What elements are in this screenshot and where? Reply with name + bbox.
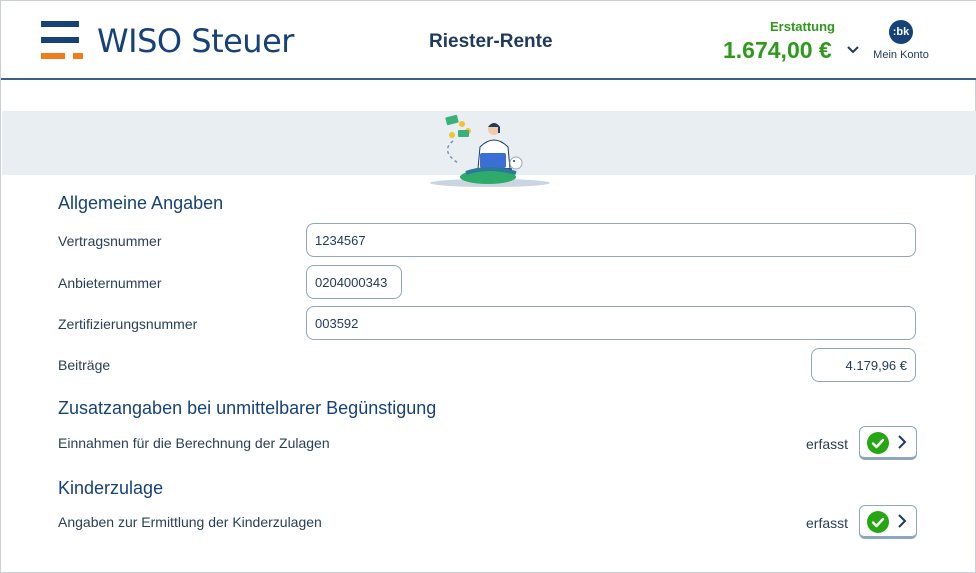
income-for-allowances-label: Einnahmen für die Berechnung der Zulagen [58,435,330,451]
header: WISO Steuer Riester-Rente Erstattung 1.6… [1,1,976,80]
child-allowance-status: erfasst [806,515,849,531]
contributions-label: Beiträge [58,357,111,373]
logo-mark-icon [41,21,83,59]
refund-amount[interactable]: 1.674,00 € [723,37,832,64]
contract-number-label: Vertragsnummer [58,233,162,249]
contributions-input[interactable] [811,348,916,382]
child-allowance-details-label: Angaben zur Ermittlung der Kinderzulagen [58,514,322,530]
section-title-child-allowance: Kinderzulage [58,478,164,498]
chevron-right-icon [898,435,907,449]
chevron-right-icon [898,514,907,528]
income-status: erfasst [806,436,849,452]
contract-number-input[interactable] [306,223,916,257]
page-title: Riester-Rente [429,31,553,52]
certification-number-label: Zertifizierungsnummer [58,316,198,332]
person-with-laptop-illustration [430,114,550,187]
provider-number-input[interactable] [306,265,402,299]
section-title-supplementary: Zusatzangaben bei unmittelbarer Begünsti… [58,398,437,418]
avatar: :bk [889,20,913,44]
app-window: WISO Steuer Riester-Rente Erstattung 1.6… [0,0,976,573]
check-circle-icon [867,511,889,533]
account-label: Mein Konto [873,49,929,61]
chevron-down-icon[interactable] [846,45,860,55]
open-child-allowance-button[interactable] [859,505,917,539]
refund-label: Erstattung [770,19,835,34]
account-menu[interactable]: :bk Mein Konto [869,19,933,69]
open-income-button[interactable] [859,426,917,460]
provider-number-label: Anbieternummer [58,275,162,291]
certification-number-input[interactable] [306,306,916,340]
logo-text: WISO Steuer [97,22,294,60]
check-circle-icon [867,432,889,454]
section-title-general: Allgemeine Angaben [58,193,224,213]
